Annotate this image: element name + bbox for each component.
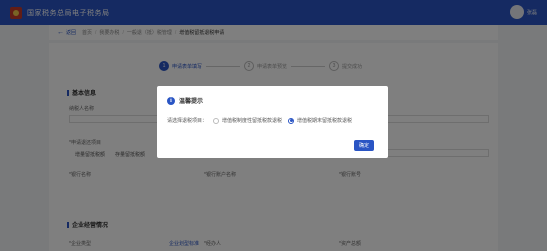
reminder-dialog: i 温馨提示 请选择退税项目： 增值税制度性留抵税款退税 增值税期末留抵税款退税… [157, 86, 388, 158]
option-institutional-refund[interactable]: 增值税制度性留抵税款退税 [213, 117, 282, 124]
radio-period-end[interactable] [288, 117, 295, 124]
refund-prompt-label: 请选择退税项目： [167, 118, 208, 124]
dialog-header: i 温馨提示 [167, 96, 203, 105]
dialog-body: 请选择退税项目： 增值税制度性留抵税款退税 增值税期末留抵税款退税 [167, 117, 352, 124]
option-period-end-refund[interactable]: 增值税期末留抵税款退税 [288, 117, 352, 124]
option-period-end-label[interactable]: 增值税期末留抵税款退税 [297, 117, 352, 124]
dialog-title: 温馨提示 [179, 99, 204, 105]
radio-institutional[interactable] [213, 117, 220, 124]
info-icon: i [167, 96, 175, 105]
confirm-button[interactable]: 确定 [354, 140, 374, 151]
option-institutional-label[interactable]: 增值税制度性留抵税款退税 [222, 117, 282, 124]
